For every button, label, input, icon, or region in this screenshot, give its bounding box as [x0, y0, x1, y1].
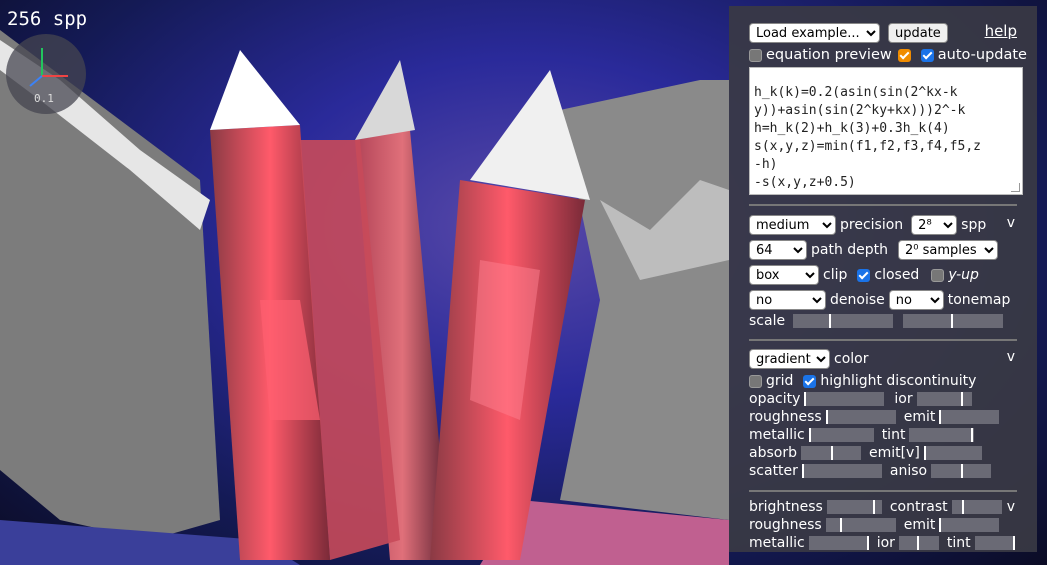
- highlight-label: highlight discontinuity: [820, 373, 977, 389]
- emit-label: emit: [903, 409, 936, 425]
- editor-line: -s(x,y,z+0.5): [754, 175, 856, 190]
- brightness-slider[interactable]: [826, 500, 882, 514]
- path-depth-select[interactable]: 64: [749, 240, 807, 260]
- equation-preview-label: equation preview: [766, 47, 892, 63]
- grid-checkbox[interactable]: [749, 374, 762, 388]
- highlight-discontinuity-checkbox[interactable]: [803, 374, 817, 388]
- scale-slider-1[interactable]: [793, 314, 894, 328]
- light-metallic-label: metallic: [749, 535, 805, 551]
- tonemap-select[interactable]: no: [888, 290, 944, 310]
- help-link[interactable]: help: [985, 22, 1017, 40]
- editor-line: -h): [754, 157, 778, 172]
- absorb-slider[interactable]: [800, 446, 861, 460]
- resize-grip-icon[interactable]: [1011, 183, 1020, 192]
- scale-slider-2[interactable]: [903, 314, 1004, 328]
- axis-scale-label: 0.1: [34, 92, 54, 105]
- scatter-label: scatter: [749, 463, 798, 479]
- tonemap-label: tonemap: [947, 292, 1011, 308]
- precision-select[interactable]: medium: [749, 215, 836, 235]
- emit-v-label: emit[v]: [868, 445, 920, 461]
- opacity-slider[interactable]: [804, 392, 885, 406]
- absorb-label: absorb: [749, 445, 797, 461]
- equation-preview-checkbox[interactable]: [749, 48, 762, 62]
- grid-label: grid: [766, 373, 794, 389]
- auto-update-checkbox[interactable]: [920, 48, 934, 62]
- color-label: color: [834, 351, 869, 367]
- collapse-lighting-toggle[interactable]: v: [1007, 499, 1015, 515]
- closed-checkbox[interactable]: [857, 268, 871, 282]
- light-roughness-label: roughness: [749, 517, 822, 533]
- y-up-label: y-up: [948, 267, 979, 283]
- y-up-checkbox[interactable]: [931, 268, 945, 282]
- metallic-label: metallic: [749, 427, 805, 443]
- emit-slider[interactable]: [939, 410, 1000, 424]
- samples-select[interactable]: 2⁰ samples: [898, 240, 999, 260]
- light-ior-slider[interactable]: [898, 536, 939, 550]
- light-emit-label: emit: [903, 517, 936, 533]
- ior-label: ior: [894, 391, 913, 407]
- collapse-material-toggle[interactable]: v: [1007, 349, 1015, 365]
- clip-select[interactable]: box: [749, 265, 819, 285]
- light-tint-slider[interactable]: [974, 536, 1015, 550]
- emit-v-slider[interactable]: [923, 446, 982, 460]
- equation-editor[interactable]: h_k(k)=0.2(asin(sin(2^kx-k y))+asin(sin(…: [749, 67, 1023, 195]
- editor-line: h_k(k)=0.2(asin(sin(2^kx-k: [754, 85, 958, 100]
- ior-slider[interactable]: [916, 392, 972, 406]
- control-panel: Load example... update help equation pre…: [729, 6, 1037, 552]
- editor-line: h=h_k(2)+h_k(3)+0.3h_k(4): [754, 121, 950, 136]
- roughness-slider[interactable]: [825, 410, 896, 424]
- clip-label: clip: [823, 267, 848, 283]
- metallic-slider[interactable]: [808, 428, 874, 442]
- auto-update-label: auto-update: [937, 47, 1027, 63]
- denoise-select[interactable]: no: [749, 290, 826, 310]
- load-example-select[interactable]: Load example...: [749, 23, 880, 43]
- light-roughness-slider[interactable]: [825, 518, 896, 532]
- color-mode-select[interactable]: gradient: [749, 349, 830, 369]
- editor-line: y))+asin(sin(2^ky+kx)))2^-k: [754, 103, 966, 118]
- path-depth-label: path depth: [811, 242, 889, 258]
- light-tint-label: tint: [946, 535, 971, 551]
- light-emit-slider[interactable]: [939, 518, 1000, 532]
- precision-label: precision: [840, 217, 904, 233]
- tint-label: tint: [881, 427, 906, 443]
- orange-checkbox[interactable]: [897, 48, 911, 62]
- tint-slider[interactable]: [909, 428, 975, 442]
- spp-select[interactable]: 2⁸: [911, 215, 958, 235]
- spp-label: spp: [961, 217, 987, 233]
- light-ior-label: ior: [876, 535, 895, 551]
- brightness-label: brightness: [749, 499, 823, 515]
- aniso-slider[interactable]: [931, 464, 992, 478]
- editor-line: s(x,y,z)=min(f1,f2,f3,f4,f5,z: [754, 139, 981, 154]
- aniso-label: aniso: [889, 463, 928, 479]
- section-divider: [749, 204, 1017, 206]
- denoise-label: denoise: [830, 292, 885, 308]
- update-button[interactable]: update: [888, 23, 948, 43]
- roughness-label: roughness: [749, 409, 822, 425]
- contrast-label: contrast: [889, 499, 948, 515]
- scale-label: scale: [749, 313, 786, 329]
- opacity-label: opacity: [749, 391, 801, 407]
- section-divider: [749, 339, 1017, 341]
- contrast-slider[interactable]: [951, 500, 1002, 514]
- spp-counter: 256 spp: [7, 8, 88, 30]
- light-metallic-slider[interactable]: [808, 536, 869, 550]
- collapse-render-toggle[interactable]: v: [1007, 215, 1015, 231]
- scatter-slider[interactable]: [801, 464, 882, 478]
- section-divider: [749, 490, 1017, 492]
- closed-label: closed: [874, 267, 920, 283]
